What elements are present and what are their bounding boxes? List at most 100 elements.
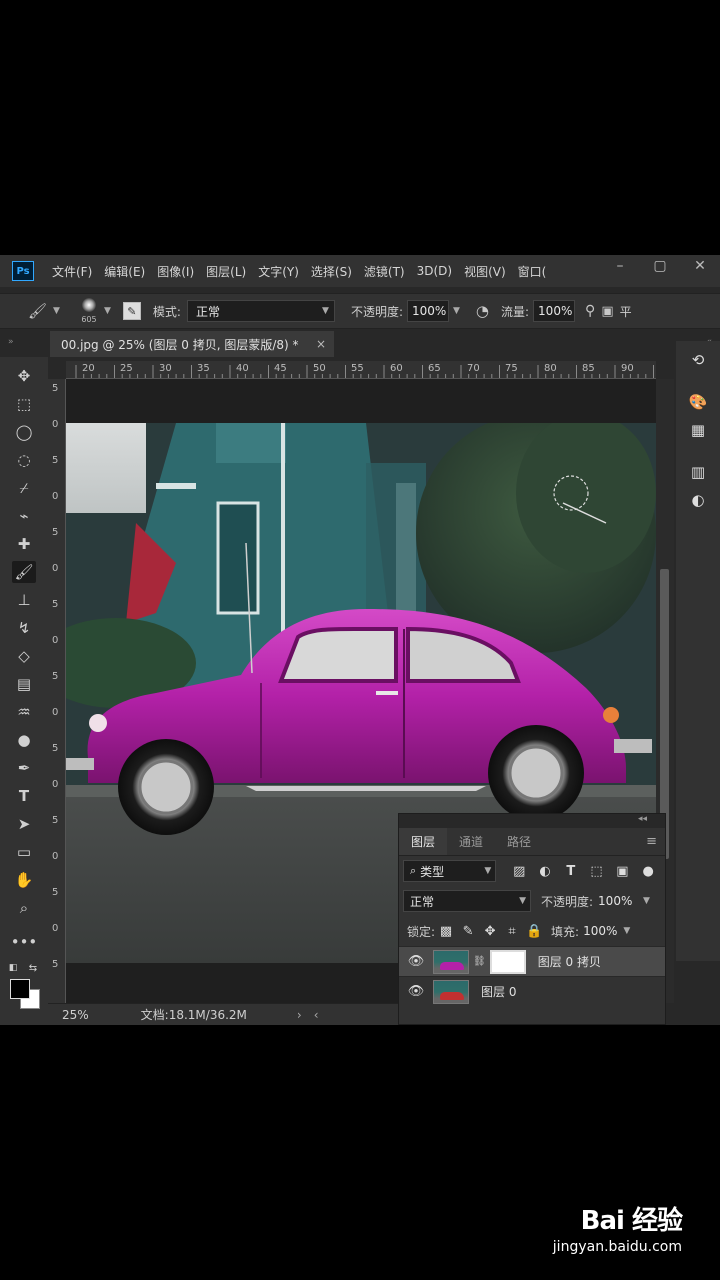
airbrush-icon[interactable]: ⚲ [585,303,595,319]
opacity-chevron-icon[interactable]: ▼ [453,306,460,316]
pressure-opacity-icon[interactable]: ◔ [476,302,489,320]
filter-type-icon[interactable]: T [558,864,584,879]
history-panel-icon[interactable]: ⟲ [686,349,710,371]
brush-preset-picker[interactable]: 605 [78,296,100,326]
lock-transparency-icon[interactable]: ▩ [435,924,457,939]
filter-smart-object-icon[interactable]: ▣ [609,864,635,879]
layer-opacity-chevron-icon[interactable]: ▼ [643,896,650,906]
close-tab-icon[interactable]: × [316,337,326,351]
visibility-eye-icon[interactable]: 👁 [399,954,433,969]
hand-tool-icon[interactable]: ✋ [12,869,36,891]
ruler-label: 80 [544,363,557,374]
document-tab[interactable]: 00.jpg @ 25% (图层 0 拷贝, 图层蒙版/8) * × [50,331,334,357]
gradient-tool-icon[interactable]: ▤ [12,673,36,695]
lock-all-icon[interactable]: 🔒 [523,924,545,939]
panel-menu-icon[interactable]: ≡ [646,834,657,849]
vertical-ruler: 5 0 5 0 5 0 5 0 5 0 5 0 5 0 5 0 5 [48,379,66,1003]
blur-tool-icon[interactable]: ♒ [12,701,36,723]
fill-value[interactable]: 100% [583,924,617,938]
panel-icon[interactable]: ▣ [601,304,613,319]
scroll-left-icon[interactable]: ‹ [314,1008,319,1022]
watermark-logo: Bai 经验 [580,1206,683,1236]
tab-layers[interactable]: 图层 [399,828,448,855]
adjustments-panel-icon[interactable]: ◐ [686,489,710,511]
quick-select-tool-icon[interactable]: ◌ [12,449,36,471]
healing-brush-tool-icon[interactable]: ✚ [12,533,36,555]
pen-tool-icon[interactable]: ✒ [12,757,36,779]
menu-select[interactable]: 选择(S) [311,263,352,280]
filter-toggle-icon[interactable]: ● [635,864,661,879]
fill-chevron-icon[interactable]: ▼ [623,926,630,936]
brush-chevron-icon[interactable]: ▼ [104,306,111,316]
document-size[interactable]: 文档:18.1M/36.2M [141,1006,247,1023]
layer-row[interactable]: 👁 图层 0 [399,976,665,1006]
tab-paths[interactable]: 路径 [495,828,543,855]
layer-opacity-input[interactable]: 100% [595,890,639,912]
crop-tool-icon[interactable]: ⌿ [12,477,36,499]
filter-pixel-icon[interactable]: ▨ [506,864,532,879]
opacity-input[interactable]: 100% [406,300,449,322]
brush-panel-icon[interactable]: ✎ [122,302,141,320]
mode-value: 正常 [195,304,220,319]
swap-colors-icon[interactable]: ⇆ [26,957,40,979]
menu-filter[interactable]: 滤镜(T) [364,263,405,280]
menu-type[interactable]: 文字(Y) [258,263,299,280]
path-select-tool-icon[interactable]: ➤ [12,813,36,835]
menu-image[interactable]: 图像(I) [157,263,194,280]
filter-adjustment-icon[interactable]: ◐ [532,864,558,879]
move-tool-icon[interactable]: ✥ [12,365,36,387]
zoom-tool-icon[interactable]: ⌕ [12,897,36,919]
panel-collapse-icon[interactable]: ◂◂ [399,814,665,828]
menu-window[interactable]: 窗口( [518,263,547,280]
lasso-tool-icon[interactable]: ◯ [12,421,36,443]
menu-layer[interactable]: 图层(L) [206,263,246,280]
close-window-icon[interactable]: ✕ [680,255,720,277]
mode-select[interactable]: 正常 ▼ [186,300,335,322]
lock-image-icon[interactable]: ✎ [457,924,479,939]
marquee-tool-icon[interactable]: ⬚ [12,393,36,415]
brush-tool-icon[interactable]: 🖌 [28,302,47,320]
lock-artboard-icon[interactable]: ⌗ [501,924,523,939]
menu-view[interactable]: 视图(V) [464,263,506,280]
default-colors-icon[interactable]: ◧ [6,957,20,979]
brush-tool-icon[interactable]: 🖌 [12,561,36,583]
dodge-tool-icon[interactable]: ● [12,729,36,751]
status-arrow-right-icon[interactable]: › [297,1008,302,1022]
minimize-icon[interactable]: – [600,255,640,277]
swatches-panel-icon[interactable]: ▦ [686,419,710,441]
collapse-toolbar-icon[interactable]: » [8,337,14,347]
layer-row[interactable]: 👁 ⛓ 图层 0 拷贝 [399,946,665,976]
mask-link-icon[interactable]: ⛓ [473,956,486,967]
menu-edit[interactable]: 编辑(E) [104,263,145,280]
filter-shape-icon[interactable]: ⬚ [584,864,610,879]
layer-opacity-value: 100% [598,894,633,908]
layer-filter-select[interactable]: ⌕ 类型 ▼ [403,860,497,882]
rectangle-tool-icon[interactable]: ▭ [12,841,36,863]
maximize-icon[interactable]: ▢ [640,255,680,277]
layers-panel-tabs: 图层 通道 路径 ≡ [399,828,665,856]
eyedropper-tool-icon[interactable]: ⌁ [12,505,36,527]
type-tool-icon[interactable]: T [12,785,36,807]
tool-preset-chevron-icon[interactable]: ▼ [53,306,60,316]
color-panel-icon[interactable]: 🎨 [686,391,710,413]
ruler-label: 40 [236,363,249,374]
tab-channels[interactable]: 通道 [447,828,495,855]
clone-stamp-tool-icon[interactable]: ⊥ [12,589,36,611]
eraser-tool-icon[interactable]: ◇ [12,645,36,667]
menu-file[interactable]: 文件(F) [52,263,92,280]
more-tools-icon[interactable]: ••• [11,931,38,953]
menu-3d[interactable]: 3D(D) [417,264,452,278]
blend-mode-select[interactable]: 正常 ▼ [403,890,531,912]
lock-position-icon[interactable]: ✥ [479,924,501,939]
opacity-value: 100% [411,304,447,318]
visibility-eye-icon[interactable]: 👁 [399,984,433,999]
libraries-panel-icon[interactable]: ▥ [686,461,710,483]
flow-input[interactable]: 100% [533,300,576,322]
ruler-label: 5 [52,815,59,826]
layer-mask-thumbnail[interactable] [489,949,526,974]
history-brush-tool-icon[interactable]: ↯ [12,617,36,639]
zoom-level[interactable]: 25% [62,1008,89,1022]
mode-label: 模式: [152,304,181,319]
layer-opacity-label: 不透明度: [541,894,594,909]
foreground-color-swatch[interactable] [10,979,30,999]
